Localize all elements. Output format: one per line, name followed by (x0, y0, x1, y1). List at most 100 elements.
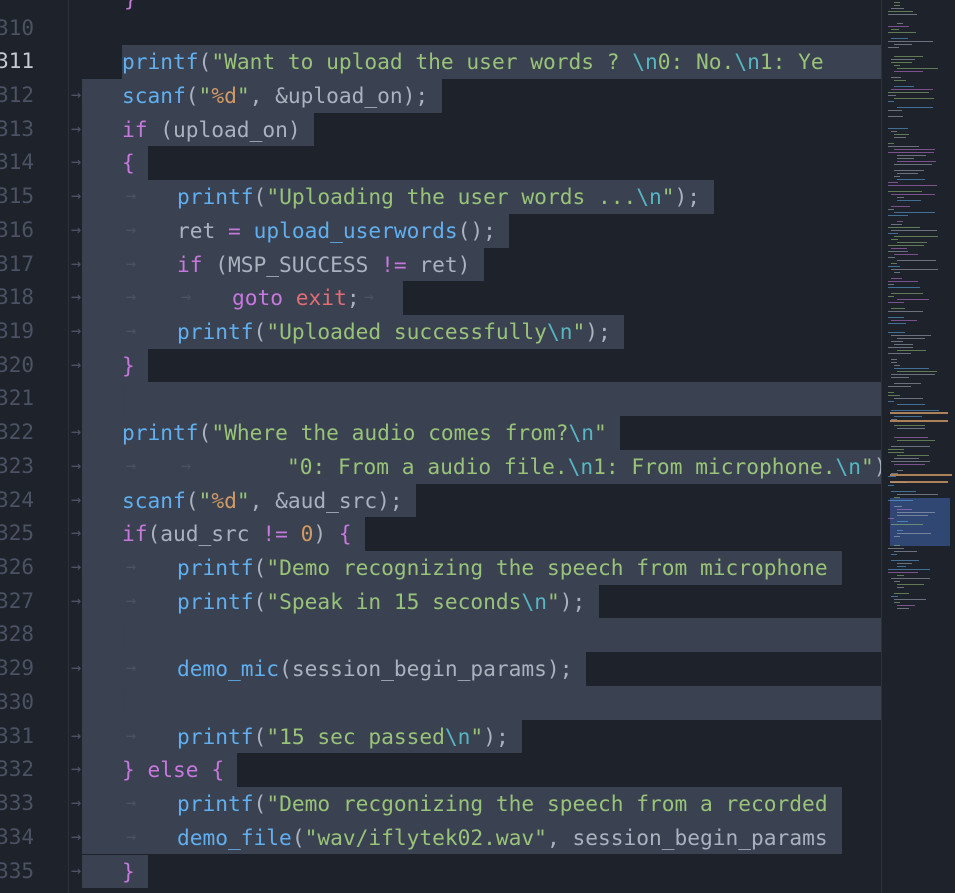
minimap-code-line (888, 227, 920, 228)
minimap-code-line (888, 191, 922, 192)
minimap-code-line (891, 224, 902, 225)
line-number-text: 327 (0, 588, 34, 613)
line-number[interactable]: 312 (0, 79, 34, 113)
code-token: } (122, 757, 135, 783)
line-number[interactable]: 333 (0, 787, 34, 821)
code-line[interactable]: demo_mic(session_begin_params); (177, 652, 572, 686)
code-token: \n (568, 420, 594, 446)
line-number[interactable]: 329 (0, 652, 34, 686)
line-number[interactable]: 323 (0, 450, 34, 484)
code-line[interactable]: scanf("%d", &aud_src); (122, 484, 403, 518)
tab-whitespace-marker: → (126, 826, 137, 847)
line-number[interactable]: 319 (0, 315, 34, 349)
line-number[interactable]: 318 (0, 281, 34, 315)
line-number-text: 311 (0, 49, 34, 74)
minimap-code-line (891, 206, 910, 207)
minimap[interactable] (881, 0, 955, 893)
code-line[interactable]: if (upload_on) (122, 113, 301, 147)
code-line[interactable]: ret = upload_userwords(); (177, 214, 496, 248)
minimap-code-line (888, 116, 903, 117)
line-number[interactable]: 331 (0, 720, 34, 754)
line-number[interactable]: 313 (0, 113, 34, 147)
minimap-code-line (891, 8, 904, 9)
code-token: \n (521, 588, 547, 614)
code-line[interactable]: printf("Want to upload the user words ? … (122, 45, 824, 79)
tab-whitespace-marker: → (126, 287, 137, 308)
line-number[interactable]: 311 (0, 45, 34, 79)
code-line[interactable]: { (122, 146, 135, 180)
code-line[interactable]: "0: From a audio file.\n1: From micropho… (287, 450, 881, 484)
code-line[interactable]: printf("Speak in 15 seconds\n"); (177, 585, 585, 619)
code-line[interactable]: printf("Where the audio comes from?\n" (122, 416, 607, 450)
line-number[interactable]: 330 (0, 686, 34, 720)
line-number[interactable]: 334 (0, 821, 34, 855)
code-token: ); (674, 184, 701, 210)
code-line[interactable]: goto exit; (232, 281, 360, 315)
tab-whitespace-marker: → (71, 860, 82, 881)
code-line[interactable]: demo_file("wav/iflytek02.wav", session_b… (177, 821, 828, 855)
line-number[interactable]: 321 (0, 382, 34, 416)
minimap-code-line (894, 464, 925, 465)
line-number[interactable]: 322 (0, 416, 34, 450)
line-number[interactable]: 314 (0, 146, 34, 180)
minimap-code-line (894, 65, 900, 66)
line-number-text: 322 (0, 420, 34, 445)
minimap-code-line (897, 179, 925, 180)
line-number[interactable]: 325 (0, 517, 34, 551)
line-number[interactable]: 328 (0, 618, 34, 652)
minimap-code-line (888, 281, 918, 282)
code-token: \n (546, 318, 573, 344)
line-number-gutter[interactable]: 310 311 312 313 314 315 316 317 318 319 320 321 322 3… (0, 0, 69, 893)
selection-highlight (82, 618, 881, 653)
line-number[interactable]: 335 (0, 855, 34, 889)
line-number-text: 331 (0, 723, 34, 748)
minimap-code-line (897, 428, 925, 429)
minimap-code-line (897, 440, 935, 441)
minimap-code-line (888, 485, 894, 486)
minimap-code-line (891, 62, 912, 63)
minimap-code-line (897, 404, 925, 405)
code-token: goto (232, 285, 284, 311)
code-token: ); (559, 588, 586, 614)
minimap-code-line (891, 278, 902, 279)
code-line[interactable]: scanf("%d", &upload_on); (122, 79, 428, 113)
tab-whitespace-marker: → (71, 455, 82, 476)
code-editor[interactable]: 310 311 312 313 314 315 316 317 318 319 320 321 322 3… (0, 0, 955, 893)
line-number[interactable]: 310 (0, 12, 34, 46)
line-number[interactable]: 327 (0, 585, 34, 619)
minimap-code-line (891, 320, 917, 321)
code-line[interactable]: printf("Demo recognizing the speech from… (177, 551, 828, 585)
line-number[interactable]: 326 (0, 551, 34, 585)
line-number[interactable]: 332 (0, 753, 34, 787)
line-number[interactable]: 315 (0, 180, 34, 214)
line-number[interactable]: 320 (0, 349, 34, 383)
code-line[interactable]: printf("15 sec passed\n"); (177, 720, 509, 754)
line-number-text: 328 (0, 622, 34, 647)
minimap-code-line (891, 554, 897, 555)
minimap-code-line (894, 593, 909, 594)
code-line[interactable]: printf("Demo recgonizing the speech from… (177, 787, 828, 821)
tab-whitespace-marker: → (126, 219, 137, 240)
minimap-code-line (897, 23, 903, 24)
code-line[interactable]: printf("Uploaded successfully\n"); (177, 315, 611, 349)
code-line[interactable]: } else { (122, 753, 224, 787)
tab-whitespace-marker: → (71, 759, 82, 780)
minimap-code-line (894, 416, 922, 417)
code-line[interactable]: } (122, 855, 135, 889)
line-number-text: 314 (0, 150, 34, 175)
tab-whitespace-marker: → (126, 793, 137, 814)
line-number[interactable]: 317 (0, 248, 34, 282)
code-line[interactable]: } (122, 349, 135, 383)
code-token: demo_mic (177, 656, 280, 682)
code-line[interactable]: if(aud_src != 0) { (122, 517, 352, 551)
code-line[interactable]: printf("Uploading the user words ...\n")… (177, 180, 700, 214)
minimap-code-line (891, 446, 930, 447)
line-number[interactable]: 324 (0, 484, 34, 518)
minimap-code-line (891, 560, 919, 561)
line-number[interactable]: 316 (0, 214, 34, 248)
minimap-code-line (894, 497, 900, 498)
code-area[interactable]: } printf("Want to upload the user words … (69, 0, 881, 893)
code-line[interactable]: if (MSP_SUCCESS != ret) (177, 248, 470, 282)
code-token: (session_begin_params); (279, 656, 573, 682)
minimap-code-line (897, 173, 918, 174)
